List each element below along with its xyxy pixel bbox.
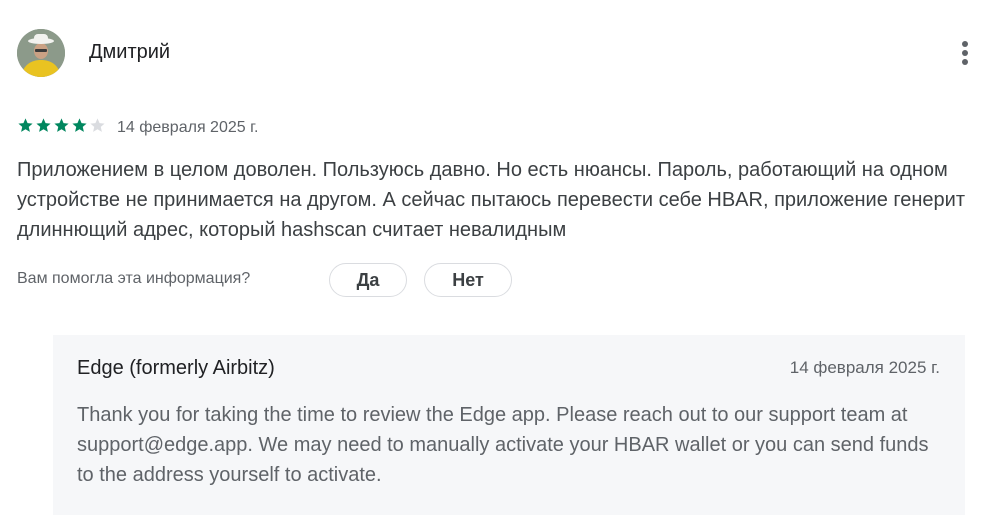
avatar-photo: [17, 29, 65, 77]
avatar: [17, 29, 65, 77]
more-vert-icon: [962, 41, 968, 47]
review-date: 14 февраля 2025 г.: [117, 119, 259, 136]
review-author: Дмитрий: [89, 41, 171, 63]
star-filled-icon: [54, 118, 69, 132]
more-vert-icon-dot: [962, 59, 968, 65]
developer-reply: Edge (formerly Airbitz) 14 февраля 2025 …: [53, 335, 965, 515]
helpful-question: Вам помогла эта информация?: [17, 270, 251, 287]
more-options-button[interactable]: [948, 33, 982, 73]
developer-reply-date: 14 февраля 2025 г.: [789, 358, 940, 377]
star-filled-icon: [72, 118, 87, 132]
more-vert-icon-dot: [962, 50, 968, 56]
helpful-no-button[interactable]: Нет: [424, 263, 512, 297]
star-filled-icon: [18, 118, 33, 132]
star-empty-icon: [90, 118, 105, 132]
developer-reply-text: Thank you for taking the time to review …: [77, 404, 929, 486]
star-rating: [17, 117, 106, 134]
developer-reply-author: Edge (formerly Airbitz): [77, 357, 275, 379]
helpful-yes-button[interactable]: Да: [329, 263, 407, 297]
review-text: Приложением в целом доволен. Пользуюсь д…: [17, 159, 965, 241]
star-filled-icon: [36, 118, 51, 132]
